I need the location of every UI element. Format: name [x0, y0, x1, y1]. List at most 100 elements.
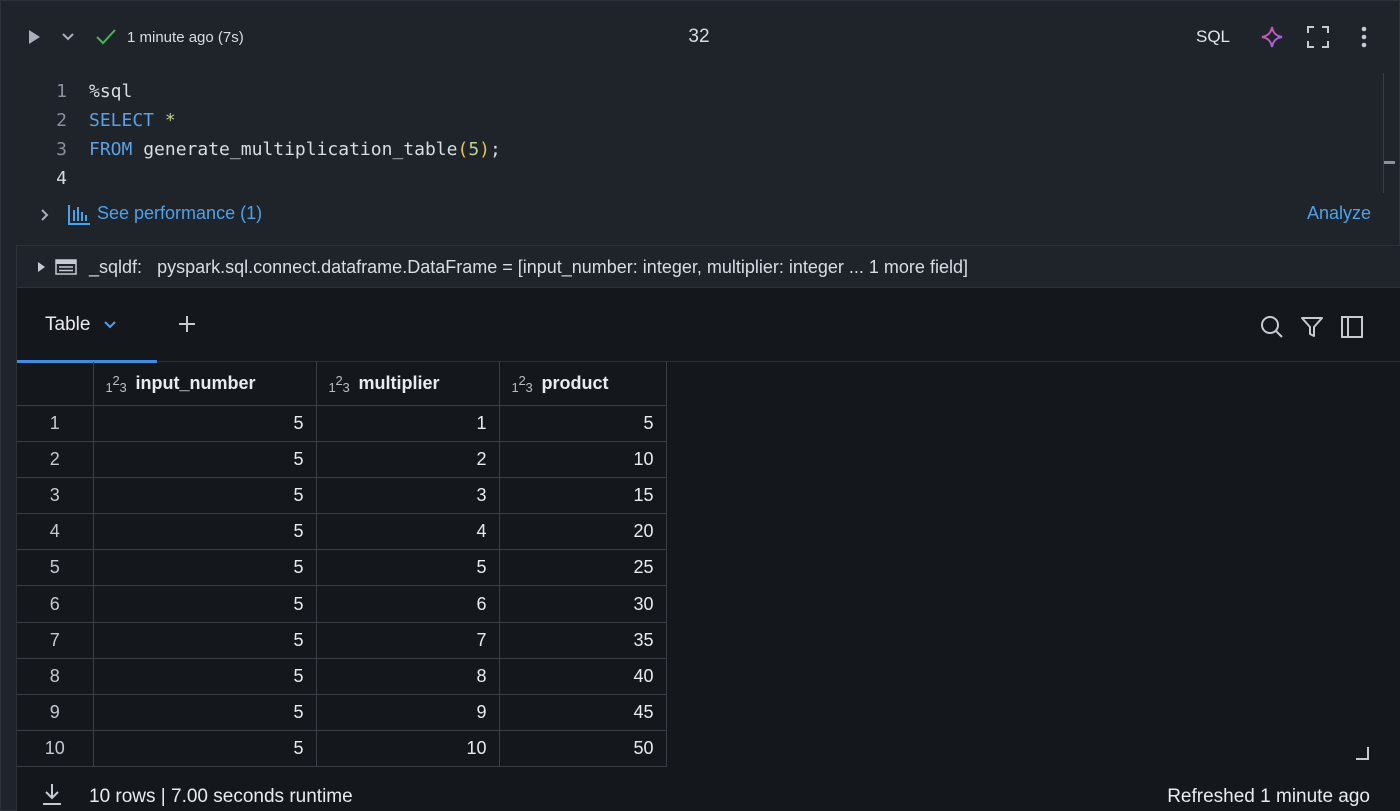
table-cell[interactable]: 5 — [92, 404, 317, 442]
sidebar-toggle-button[interactable] — [1339, 314, 1365, 340]
table-cell[interactable]: 5 — [92, 549, 317, 587]
more-vertical-icon — [1361, 26, 1367, 48]
filter-icon — [1301, 317, 1323, 337]
table-row: 7 5 7 35 — [17, 621, 667, 659]
column-header[interactable]: 1 2 3 product — [498, 362, 667, 406]
chevron-down-icon[interactable] — [104, 321, 117, 329]
table-cell[interactable]: 45 — [498, 693, 667, 732]
table-cell[interactable]: 25 — [498, 549, 667, 587]
table-cell[interactable]: 5 — [92, 657, 317, 696]
table-cell[interactable]: 7 — [315, 621, 500, 659]
result-table: 1 2 3 input_number 1 2 3 multiplier 1 2 3 product… — [17, 362, 667, 768]
search-button[interactable] — [1259, 314, 1285, 340]
integer-type-icon: 123 — [105, 373, 127, 396]
bar-chart-icon — [68, 205, 90, 225]
table-cell[interactable]: 5 — [92, 476, 317, 515]
table-row: 9 5 9 45 — [17, 693, 667, 732]
table-cell[interactable]: 5 — [92, 513, 317, 551]
table-cell[interactable]: 5 — [92, 440, 317, 478]
line-number: 2 — [56, 110, 67, 131]
table-cell[interactable]: 6 — [315, 585, 500, 623]
table-row: 3 5 3 15 — [17, 476, 667, 515]
table-cell[interactable]: 5 — [92, 693, 317, 732]
column-header[interactable]: 1 2 3 multiplier — [315, 362, 500, 406]
scrollbar-marker — [1384, 161, 1395, 164]
table-cell[interactable]: 10 — [498, 440, 667, 478]
code-line: 1 %sql — [1, 77, 1381, 106]
table-cell[interactable]: 3 — [315, 476, 500, 515]
row-index: 4 — [17, 513, 94, 551]
fullscreen-icon — [1307, 26, 1329, 48]
column-header[interactable]: 1 2 3 input_number — [92, 362, 317, 406]
add-visualization-button[interactable] — [175, 312, 199, 336]
table-cell[interactable]: 2 — [315, 440, 500, 478]
table-row: 6 5 6 30 — [17, 585, 667, 623]
code-editor[interactable]: 1 %sql 2 SELECT * 3 FROM generate_multip… — [1, 77, 1400, 197]
code-text: FROM generate_multiplication_table(5); — [89, 139, 501, 160]
result-summary: 10 rows | 7.00 seconds runtime — [89, 786, 353, 807]
table-cell[interactable]: 5 — [92, 585, 317, 623]
expand-performance-button[interactable] — [35, 205, 55, 225]
tab-table[interactable]: Table — [17, 288, 157, 363]
download-icon[interactable] — [41, 782, 63, 806]
dataframe-name: _sqldf: — [89, 257, 143, 277]
see-performance-link[interactable]: See performance (1) — [97, 203, 262, 224]
column-name: product — [541, 372, 609, 393]
row-index: 9 — [17, 693, 94, 732]
code-text: SELECT * — [89, 110, 176, 131]
table-cell[interactable]: 5 — [315, 549, 500, 587]
table-cell[interactable]: 1 — [315, 404, 500, 442]
table-cell[interactable]: 5 — [92, 730, 317, 768]
table-header-row: 1 2 3 input_number 1 2 3 multiplier 1 2 3 product — [17, 362, 667, 406]
assistant-button[interactable] — [1259, 24, 1285, 50]
row-index: 8 — [17, 657, 94, 696]
table-cell[interactable]: 9 — [315, 693, 500, 732]
table-cell[interactable]: 5 — [92, 621, 317, 659]
table-cell[interactable]: 5 — [498, 404, 667, 442]
table-row: 2 5 2 10 — [17, 440, 667, 478]
table-cell[interactable]: 20 — [498, 513, 667, 551]
resize-handle-icon[interactable] — [1355, 746, 1369, 760]
run-options-button[interactable] — [57, 25, 79, 49]
code-line: 4 — [1, 164, 1381, 193]
cell-toolbar: 1 minute ago (7s) 32 SQL — [1, 1, 1400, 73]
table-cell[interactable]: 50 — [498, 730, 667, 768]
row-index: 5 — [17, 549, 94, 587]
code-text: %sql — [89, 81, 133, 102]
result-footer: 10 rows | 7.00 seconds runtime Refreshed… — [17, 776, 1400, 811]
performance-row: See performance (1) Analyze — [1, 199, 1400, 231]
table-cell[interactable]: 30 — [498, 585, 667, 623]
play-icon — [29, 30, 40, 44]
table-cell[interactable]: 10 — [315, 730, 500, 768]
column-name: input_number — [135, 372, 256, 393]
table-cell[interactable]: 35 — [498, 621, 667, 659]
dataframe-type: pyspark.sql.connect.dataframe.DataFrame … — [157, 257, 968, 277]
table-cell[interactable]: 8 — [315, 657, 500, 696]
caret-right-icon[interactable] — [35, 260, 47, 274]
chevron-right-icon — [41, 209, 49, 221]
row-index: 7 — [17, 621, 94, 659]
cell-language-selector[interactable]: SQL — [1189, 23, 1237, 51]
editor-scrollbar[interactable] — [1383, 73, 1384, 193]
run-cell-button[interactable] — [23, 25, 45, 49]
execution-time-text: 1 minute ago (7s) — [127, 28, 244, 46]
filter-button[interactable] — [1299, 314, 1325, 340]
dataframe-schema-bar: _sqldf: pyspark.sql.connect.dataframe.Da… — [17, 246, 1400, 288]
cell-number: 32 — [688, 26, 710, 47]
table-icon — [55, 259, 77, 275]
fullscreen-button[interactable] — [1305, 24, 1331, 50]
cell-menu-button[interactable] — [1353, 24, 1375, 50]
chevron-down-icon — [62, 33, 74, 41]
analyze-link[interactable]: Analyze — [1307, 203, 1371, 224]
table-row: 5 5 5 25 — [17, 549, 667, 587]
table-row: 8 5 8 40 — [17, 657, 667, 696]
table-cell[interactable]: 40 — [498, 657, 667, 696]
execution-status: 1 minute ago (7s) — [95, 23, 244, 51]
plus-icon — [179, 316, 195, 332]
table-cell[interactable]: 15 — [498, 476, 667, 515]
table-row: 10 5 10 50 — [17, 730, 667, 768]
row-index: 1 — [17, 404, 94, 442]
result-tabs: Table — [17, 288, 1400, 363]
line-number: 3 — [56, 139, 67, 160]
table-cell[interactable]: 4 — [315, 513, 500, 551]
